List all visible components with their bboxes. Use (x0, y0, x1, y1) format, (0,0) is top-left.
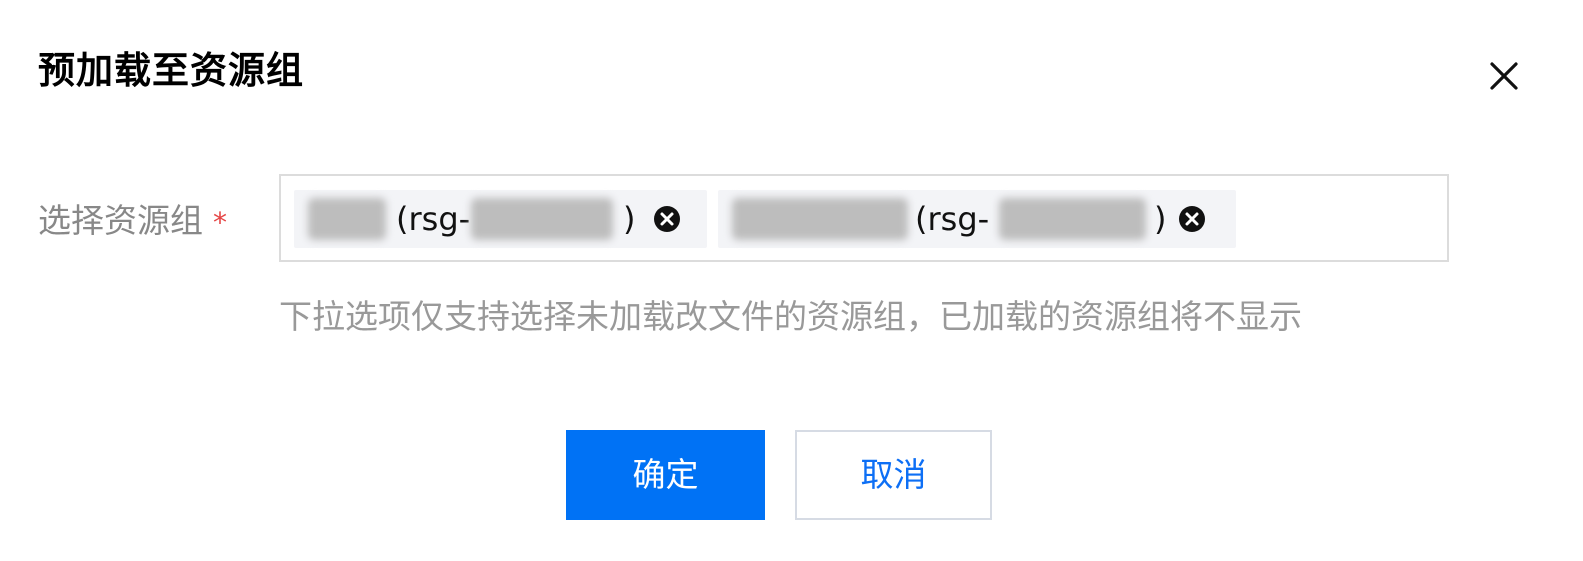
tag-prefix: (rsg- (915, 200, 990, 238)
required-mark: * (213, 206, 227, 239)
redacted-id (999, 198, 1146, 240)
dialog-title: 预加载至资源组 (38, 49, 304, 92)
resource-group-label: 选择资源组 * (38, 196, 227, 248)
confirm-button[interactable]: 确定 (566, 430, 765, 520)
redacted-name (732, 198, 908, 240)
selected-tag: (rsg- ) (718, 190, 1236, 248)
cancel-button[interactable]: 取消 (795, 430, 992, 520)
close-circle-icon[interactable] (653, 205, 681, 233)
redacted-id (471, 198, 613, 240)
tag-suffix: ) (1154, 200, 1167, 238)
tag-suffix: ) (623, 200, 636, 238)
resource-group-select[interactable]: (rsg- ) (rsg- ) (279, 174, 1449, 262)
tag-prefix: (rsg- (396, 200, 471, 238)
selected-tag: (rsg- ) (294, 190, 707, 248)
redacted-name (308, 198, 386, 240)
close-circle-icon[interactable] (1178, 205, 1206, 233)
field-hint: 下拉选项仅支持选择未加载改文件的资源组，已加载的资源组将不显示 (279, 297, 1302, 336)
preload-resource-group-dialog: 预加载至资源组 选择资源组 * (rsg- ) (rsg-) 下拉选项仅支持选… (0, 0, 1583, 561)
resource-group-label-text: 选择资源组 (38, 201, 203, 240)
close-icon[interactable] (1484, 56, 1524, 96)
